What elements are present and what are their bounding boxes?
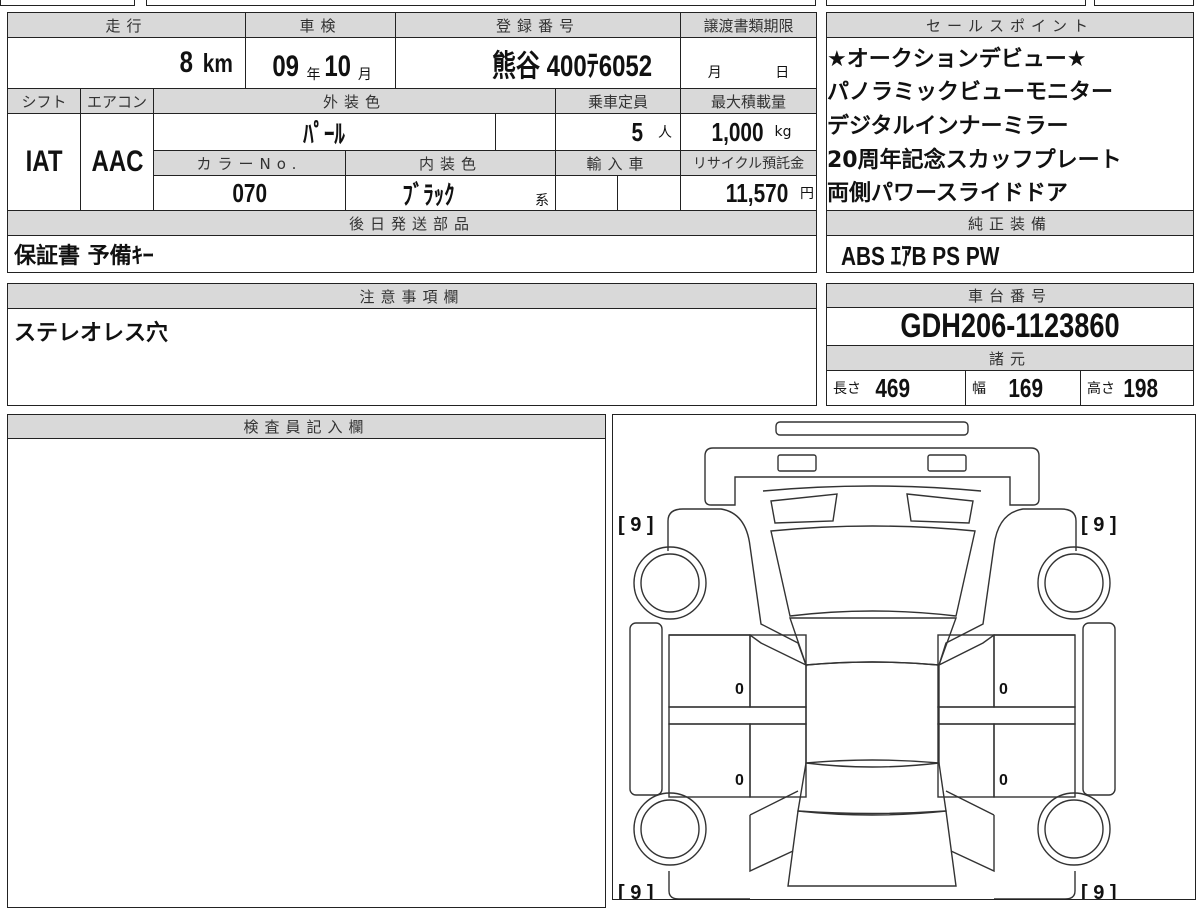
import-header: 輸入車: [555, 150, 681, 176]
sales-points-header: セールスポイント: [826, 12, 1194, 38]
tire-rl-label: [ 9 ]: [618, 882, 654, 900]
notes-header: 注意事項欄: [7, 283, 817, 309]
mileage-header: 走行: [7, 12, 246, 38]
exterior-color-header: 外装色: [153, 88, 556, 114]
rear-glass-shape: [797, 762, 947, 815]
sales-points-list: ★オークションデビュー★ パノラミックビューモニター デジタルインナーミラー 20周年…: [826, 37, 1194, 211]
inspector-header: 検査員記入欄: [7, 414, 606, 439]
recycle-fee-header: リサイクル預託金: [680, 150, 817, 176]
left-rear-door-inner: [749, 723, 807, 798]
capacity-value: 5人: [555, 113, 681, 151]
height-cell: 高さ 198: [1080, 370, 1194, 406]
grille-shape: [762, 485, 982, 524]
sales-point: パノラミックビューモニター: [827, 80, 1114, 106]
right-step: [937, 706, 1076, 725]
wheel-rear-right: [1037, 792, 1111, 866]
sales-point: デジタルインナーミラー: [827, 113, 1069, 139]
parts-later-header: 後日発送部品: [7, 210, 817, 236]
left-step: [668, 706, 807, 725]
tire-fl-label: [ 9 ]: [618, 514, 654, 536]
wheel-rear-left: [633, 792, 707, 866]
door-rl-value: 0: [735, 772, 744, 789]
import-value-b: [617, 175, 681, 211]
registration-value: 熊谷 400ﾃ6052: [395, 37, 681, 89]
wheel-front-left: [633, 546, 707, 620]
aircon-header: エアコン: [80, 88, 154, 114]
recycle-fee-value: 11,570 円: [680, 175, 817, 211]
inspection-value: 09 年 10 月: [245, 37, 396, 89]
exterior-color-extra: [495, 113, 556, 151]
door-rr-value: 0: [999, 772, 1008, 789]
tire-rr-label: [ 9 ]: [1081, 882, 1117, 900]
left-fender-shape: [667, 508, 808, 667]
color-no-header: カラーNo.: [153, 150, 346, 176]
color-no-value: 070: [153, 175, 346, 211]
sales-point: 両側パワースライドドア: [827, 181, 1068, 207]
right-skirt: [1082, 622, 1116, 796]
front-bumper-shape: [775, 421, 969, 436]
sales-point: ★オークションデビュー★: [827, 46, 1087, 72]
wheel-front-right: [1037, 546, 1111, 620]
top-strip-box: [146, 0, 816, 6]
transfer-deadline-value: 月日: [680, 37, 817, 89]
door-fr-value: 0: [999, 681, 1008, 698]
genuine-equipment-value: ABS ｴｱB PS PW: [826, 235, 1194, 273]
sales-point: 20周年記念スカッフプレート: [827, 147, 1122, 173]
shift-value: IAT: [7, 113, 81, 211]
car-damage-diagram: [ 9 ] [ 9 ] [ 9 ] [ 9 ] 0 0 0 0: [612, 414, 1196, 900]
left-skirt: [629, 622, 663, 796]
transfer-deadline-header: 譲渡書類期限: [680, 12, 817, 38]
chassis-no-header: 車台番号: [826, 283, 1194, 308]
registration-header: 登録番号: [395, 12, 681, 38]
specs-header: 諸元: [826, 345, 1194, 371]
interior-color-header: 内装色: [345, 150, 556, 176]
headlight-left: [777, 454, 817, 472]
roof-shape: [805, 661, 940, 764]
right-rear-door-inner: [937, 723, 995, 798]
top-strip-box: [826, 0, 1086, 6]
tailgate-shape: [787, 810, 957, 887]
inspection-header: 車検: [245, 12, 396, 38]
max-load-header: 最大積載量: [680, 88, 817, 114]
front-panel-shape: [704, 447, 1040, 506]
exterior-color-value: ﾊﾟｰﾙ: [153, 113, 496, 151]
length-cell: 長さ 469: [826, 370, 966, 406]
hood-shape: [770, 525, 976, 617]
top-strip-box: [1094, 0, 1194, 6]
shift-header: シフト: [7, 88, 81, 114]
door-fl-value: 0: [735, 681, 744, 698]
genuine-equipment-header: 純正装備: [826, 210, 1194, 236]
notes-value: ステレオレス穴: [7, 308, 817, 406]
interior-color-value: ﾌﾞﾗｯｸ系: [345, 175, 556, 211]
max-load-value: 1,000 kg: [680, 113, 817, 151]
tire-fr-label: [ 9 ]: [1081, 514, 1117, 536]
import-value-a: [555, 175, 618, 211]
width-cell: 幅 169: [965, 370, 1081, 406]
left-front-door-inner: [749, 634, 807, 708]
windshield-shape: [789, 617, 957, 666]
top-strip-box: [0, 0, 135, 6]
chassis-no-value: GDH206-1123860: [826, 307, 1194, 346]
right-fender-shape: [937, 508, 1077, 667]
parts-later-value: 保証書 予備ｷｰ: [7, 235, 817, 273]
aircon-value: AAC: [80, 113, 154, 211]
capacity-header: 乗車定員: [555, 88, 681, 114]
headlight-right: [927, 454, 967, 472]
mileage-value: 8 km: [7, 37, 246, 89]
inspector-area: [7, 438, 606, 908]
